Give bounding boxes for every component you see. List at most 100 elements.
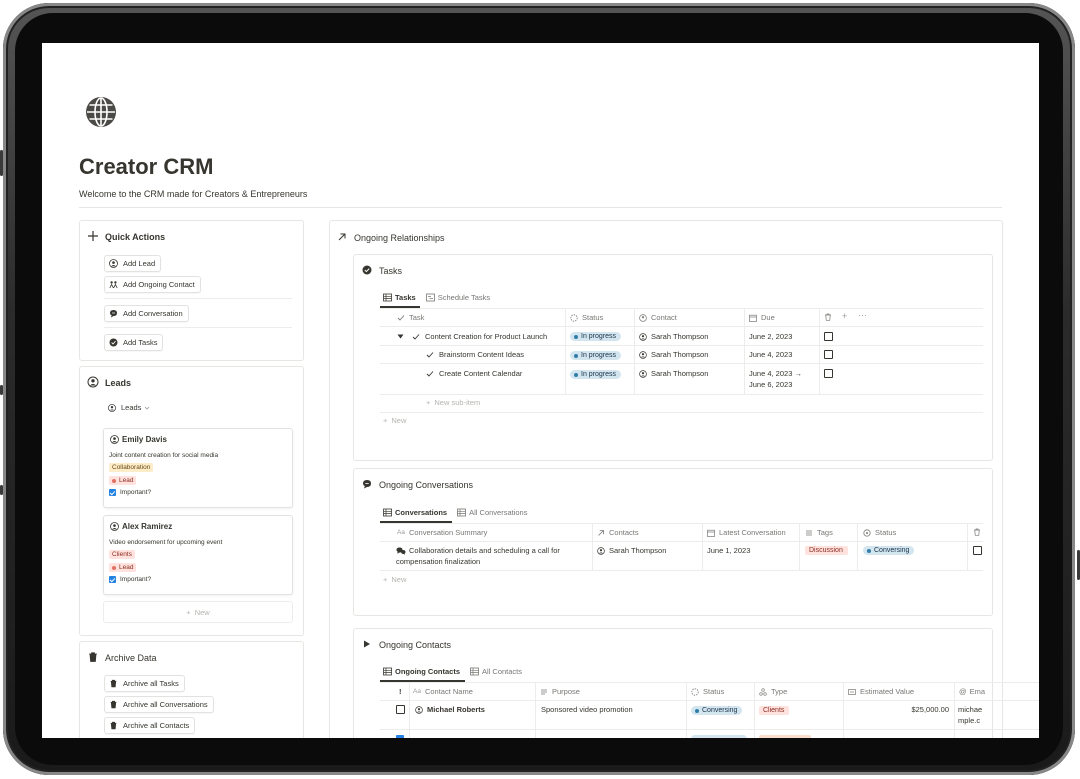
checkbox[interactable] bbox=[824, 332, 833, 341]
checkbox-checked-icon bbox=[109, 489, 116, 496]
add-property-icon[interactable]: + bbox=[842, 311, 847, 321]
checkbox[interactable] bbox=[973, 546, 982, 555]
divider bbox=[799, 523, 800, 571]
lead-card[interactable]: Emily Davis Joint content creation for s… bbox=[103, 428, 293, 508]
column-header-contact[interactable]: Contact bbox=[639, 313, 677, 322]
tab-schedule-tasks[interactable]: Schedule Tasks bbox=[425, 293, 490, 302]
triangle-right-icon[interactable] bbox=[363, 640, 371, 648]
add-tasks-button[interactable]: Add Tasks bbox=[104, 334, 164, 351]
column-header-task[interactable]: Task bbox=[397, 313, 424, 322]
table-icon bbox=[383, 293, 392, 302]
column-header-status[interactable]: Status bbox=[863, 528, 896, 537]
column-header-status[interactable]: Status bbox=[691, 687, 724, 696]
contact-name: Sarah Thompson bbox=[651, 332, 709, 341]
person-circle-icon bbox=[109, 259, 118, 268]
due-end-date: June 6, 2023 bbox=[749, 380, 793, 389]
new-conversation-button[interactable]: + New bbox=[383, 575, 406, 584]
priority-checkbox[interactable] bbox=[396, 705, 405, 714]
tab-tasks[interactable]: Tasks bbox=[383, 293, 416, 302]
contact-name: Sarah Thompson bbox=[609, 546, 667, 555]
new-sub-item-button[interactable]: + New sub-item bbox=[426, 398, 480, 407]
checkbox[interactable] bbox=[824, 369, 833, 378]
globe-icon[interactable] bbox=[84, 95, 118, 129]
side-button bbox=[0, 150, 3, 176]
conversations-tabs: Conversations All Conversations bbox=[383, 508, 537, 517]
status-cell[interactable]: Conversing bbox=[691, 706, 743, 715]
add-lead-button[interactable]: Add Lead bbox=[104, 255, 162, 272]
contact-cell[interactable]: Sarah Thompson bbox=[639, 369, 708, 378]
column-header-latest-conversation[interactable]: Latest Conversation bbox=[707, 528, 786, 537]
due-cell[interactable]: June 4, 2023 bbox=[749, 350, 792, 359]
status-dot bbox=[112, 565, 116, 570]
check-icon bbox=[397, 314, 405, 321]
priority-checkbox-checked[interactable] bbox=[396, 735, 404, 738]
type-pill bbox=[759, 735, 811, 738]
column-header-summary[interactable]: Aa Conversation Summary bbox=[397, 528, 487, 537]
trash-icon[interactable] bbox=[824, 313, 832, 321]
more-options-icon[interactable]: ··· bbox=[858, 310, 867, 320]
conversation-summary-cell[interactable]: Collaboration details and scheduling a c… bbox=[396, 546, 560, 555]
archive-tasks-button[interactable]: Archive all Tasks bbox=[104, 675, 185, 692]
trash-icon bbox=[110, 679, 117, 688]
tags-cell[interactable]: Discussion bbox=[805, 546, 848, 555]
latest-conversation-cell[interactable]: June 1, 2023 bbox=[707, 546, 750, 555]
person-circle-icon bbox=[639, 313, 647, 322]
tab-ongoing-contacts[interactable]: Ongoing Contacts bbox=[383, 667, 460, 676]
page-title: Creator CRM bbox=[79, 154, 214, 179]
archive-conversations-button[interactable]: Archive all Conversations bbox=[104, 696, 214, 713]
column-header-contacts[interactable]: Contacts bbox=[597, 528, 639, 537]
important-checkbox[interactable]: Important? bbox=[109, 576, 151, 583]
column-header-tags[interactable]: Tags bbox=[805, 528, 833, 537]
column-header-estimated-value[interactable]: Estimated Value bbox=[848, 687, 914, 696]
add-ongoing-contact-button[interactable]: Add Ongoing Contact bbox=[104, 276, 201, 293]
status-icon bbox=[691, 687, 699, 696]
column-header-status[interactable]: Status bbox=[570, 313, 603, 322]
tab-conversations[interactable]: Conversations bbox=[383, 508, 447, 517]
archive-contacts-button[interactable]: Archive all Contacts bbox=[104, 717, 196, 734]
add-conversation-button[interactable]: Add Conversation bbox=[104, 305, 189, 322]
type-cell[interactable]: Clients bbox=[759, 706, 790, 715]
lead-type-tag: Clients bbox=[109, 550, 135, 559]
column-header-due[interactable]: Due bbox=[749, 313, 775, 322]
checkbox[interactable] bbox=[824, 350, 833, 359]
column-header-type[interactable]: Type bbox=[759, 687, 787, 696]
contact-cell[interactable]: Sarah Thompson bbox=[597, 546, 666, 555]
lead-card[interactable]: Alex Ramirez Video endorsement for upcom… bbox=[103, 515, 293, 595]
contact-cell[interactable]: Sarah Thompson bbox=[639, 332, 708, 341]
column-header-priority[interactable]: ! bbox=[399, 687, 402, 696]
important-checkbox[interactable]: Important? bbox=[109, 489, 151, 496]
column-header-contact-name[interactable]: Aa Contact Name bbox=[413, 687, 473, 696]
status-cell[interactable]: In progress bbox=[570, 370, 622, 379]
lead-description: Joint content creation for social media bbox=[109, 452, 219, 459]
status-cell[interactable]: Conversing bbox=[863, 546, 915, 555]
contact-name-cell[interactable]: Michael Roberts bbox=[415, 705, 485, 714]
due-cell[interactable]: June 4, 2023 → bbox=[749, 369, 802, 378]
column-header-purpose[interactable]: Purpose bbox=[540, 687, 580, 696]
new-task-button[interactable]: + New bbox=[383, 416, 406, 425]
task-name[interactable]: Content Creation for Product Launch bbox=[425, 332, 547, 341]
status-cell[interactable]: In progress bbox=[570, 332, 622, 341]
tab-all-contacts[interactable]: All Contacts bbox=[470, 667, 522, 676]
email-cell[interactable]: michae bbox=[958, 705, 982, 714]
status-label: In progress bbox=[581, 333, 617, 340]
email-cell-overflow: mple.c bbox=[958, 716, 981, 725]
leads-view-selector[interactable]: Leads bbox=[108, 403, 150, 412]
subtask-row[interactable]: Brainstorm Content Ideas bbox=[426, 350, 524, 359]
task-name[interactable]: Create Content Calendar bbox=[439, 369, 522, 378]
status-cell[interactable]: In progress bbox=[570, 351, 622, 360]
status-pill bbox=[691, 735, 747, 738]
leads-title: Leads bbox=[105, 378, 132, 388]
new-lead-button[interactable]: + New bbox=[103, 601, 293, 623]
estimated-value-cell[interactable]: $25,000.00 bbox=[843, 705, 949, 714]
archive-card: Archive Data Archive all Tasks Archive a… bbox=[79, 641, 304, 738]
subtask-row[interactable]: Create Content Calendar bbox=[426, 369, 522, 378]
task-name[interactable]: Brainstorm Content Ideas bbox=[439, 350, 524, 359]
contact-cell[interactable]: Sarah Thompson bbox=[639, 350, 708, 359]
task-toggle[interactable]: Content Creation for Product Launch bbox=[397, 332, 547, 341]
column-header-email[interactable]: @ Ema bbox=[959, 687, 985, 696]
purpose-cell[interactable]: Sponsored video promotion bbox=[541, 705, 633, 714]
tab-all-conversations[interactable]: All Conversations bbox=[457, 508, 527, 517]
due-cell[interactable]: June 2, 2023 bbox=[749, 332, 792, 341]
trash-icon[interactable] bbox=[973, 528, 981, 536]
status-dot bbox=[112, 478, 116, 483]
